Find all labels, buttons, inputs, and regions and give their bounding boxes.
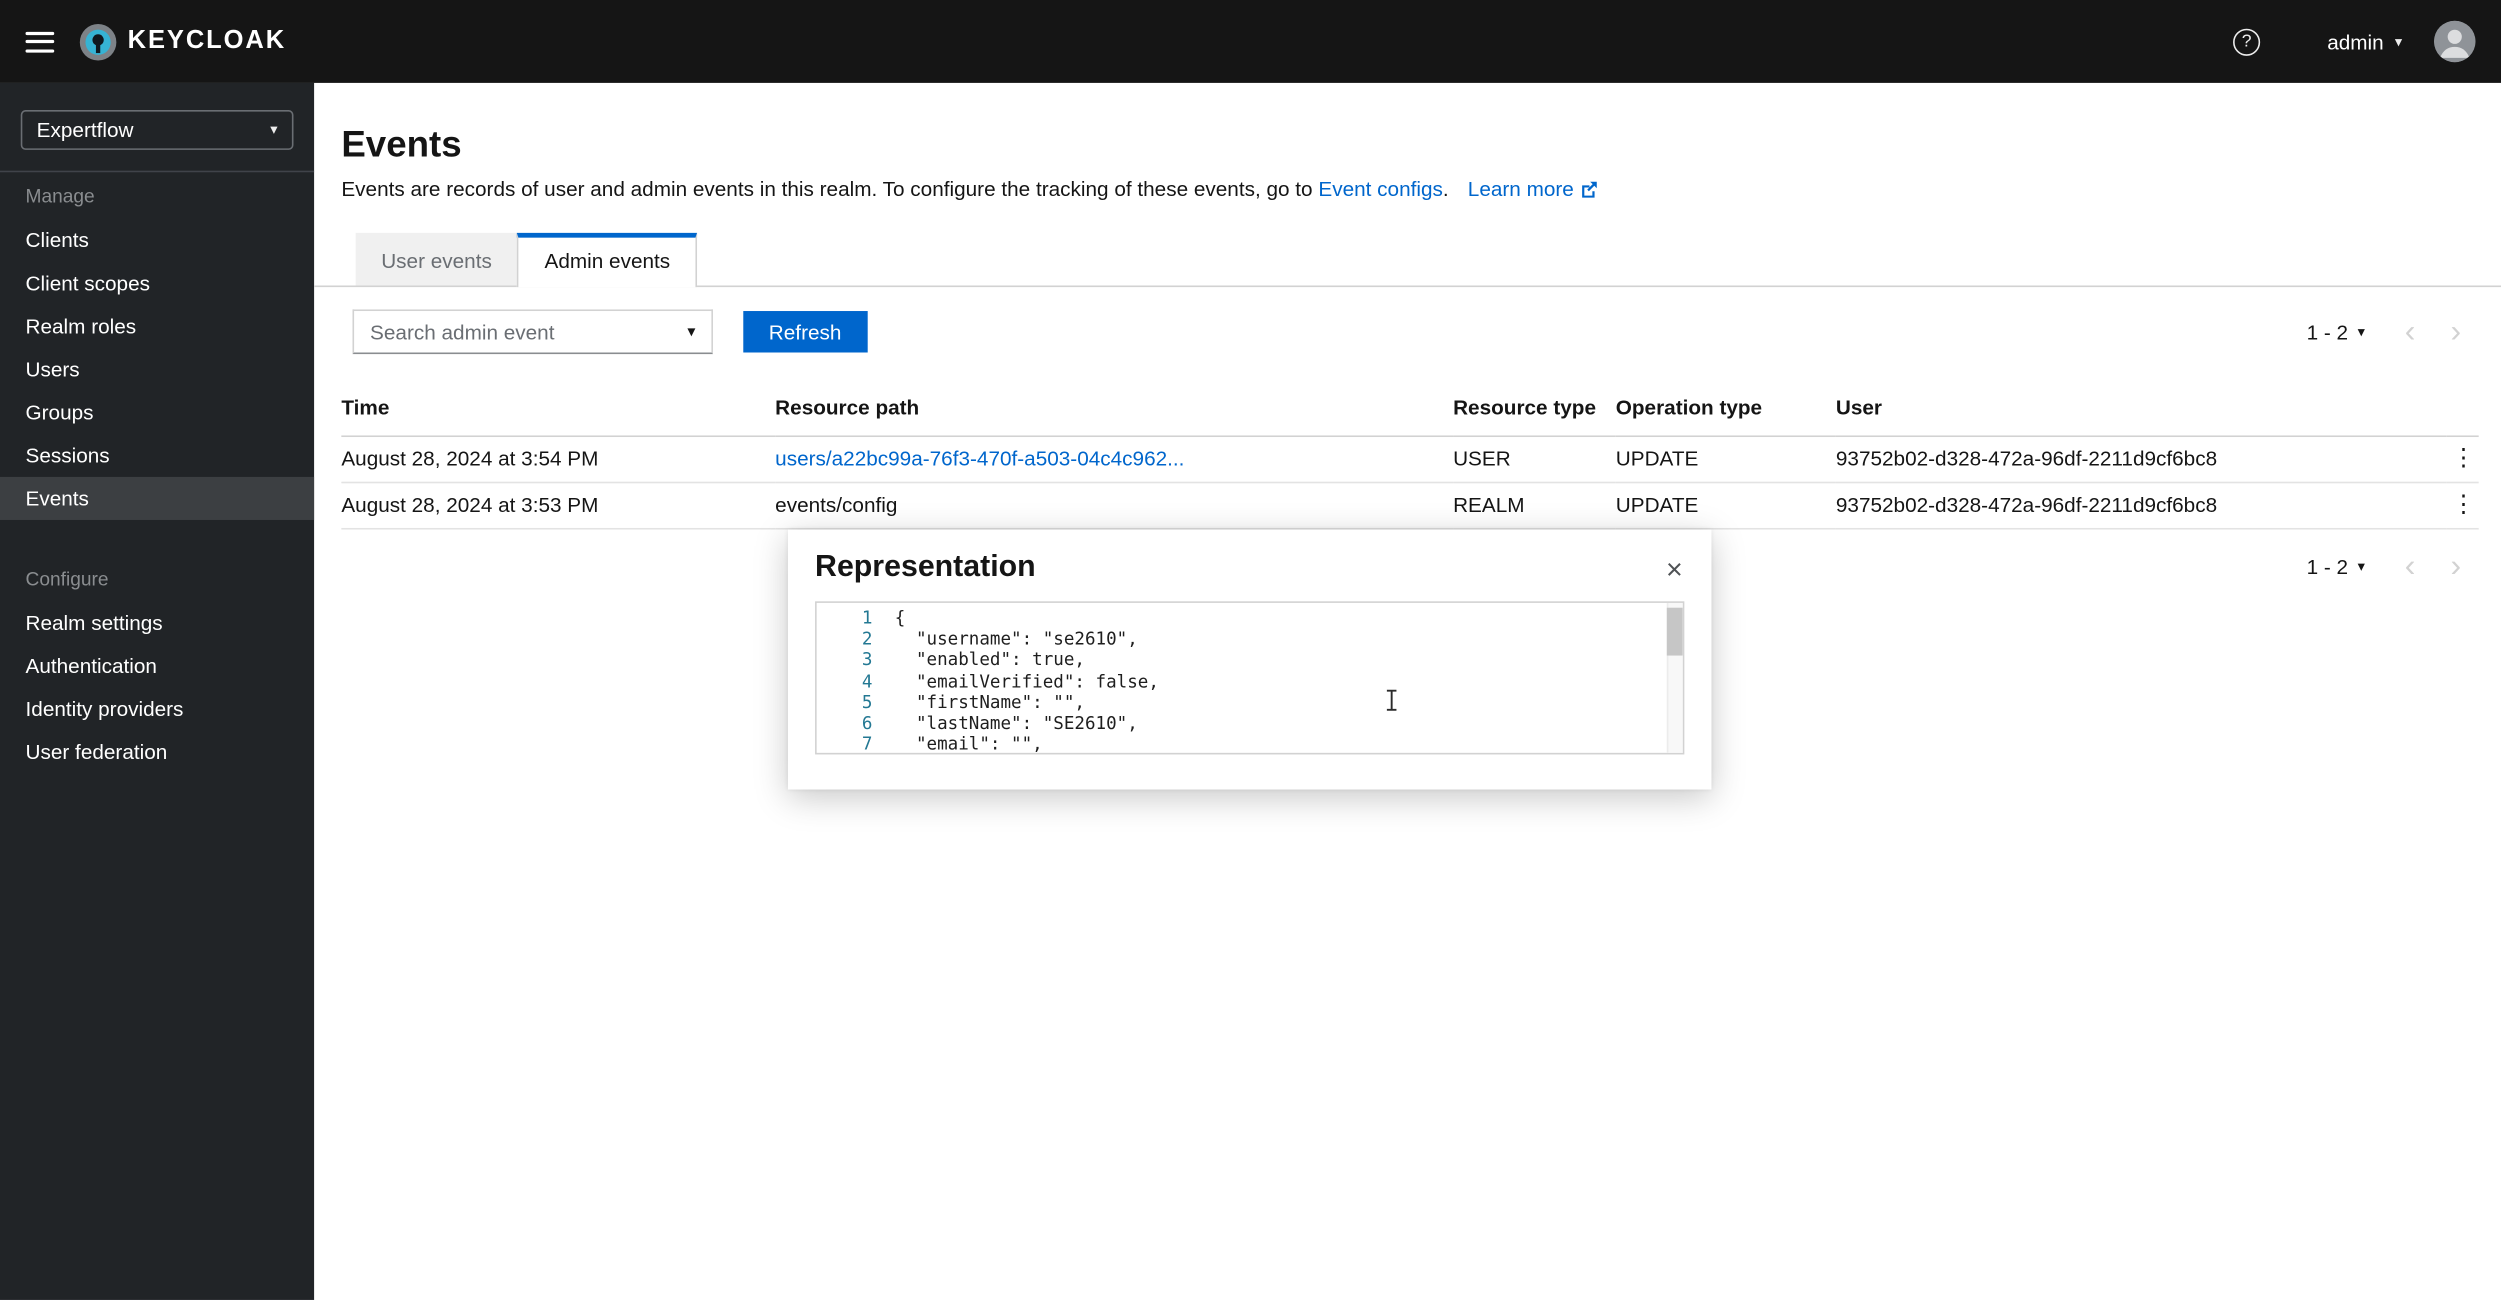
line-number: 3 [817,650,895,671]
code-line-text: "email": "", [895,734,1043,755]
line-number: 2 [817,629,895,650]
column-user: User [1836,386,2447,436]
sidebar-item-users[interactable]: Users [0,348,314,391]
caret-down-icon: ▾ [687,323,695,341]
resource-path-link[interactable]: users/a22bc99a-76f3-470f-a503-04c4c962..… [775,447,1184,471]
chevron-left-icon[interactable]: ‹ [2387,550,2433,582]
masthead: KEYCLOAK ? admin ▾ [0,0,2501,83]
cell-time: August 28, 2024 at 3:53 PM [341,482,775,528]
line-number: 1 [817,608,895,629]
code-line-text: "firstName": "", [895,692,1085,713]
hamburger-menu-icon[interactable] [26,31,55,52]
cell-resource-type: USER [1453,436,1616,482]
line-number: 7 [817,734,895,755]
code-line-text: "enabled": true, [895,650,1085,671]
text-cursor-pointer [1384,689,1398,716]
keycloak-admin-console: KEYCLOAK ? admin ▾ Expertflow [0,0,2501,1300]
chevron-right-icon[interactable]: › [2433,550,2479,582]
code-line-text: "username": "se2610", [895,629,1138,650]
sidebar-item-sessions[interactable]: Sessions [0,434,314,477]
kebab-menu-icon[interactable]: ⋮ [2452,447,2476,471]
close-icon[interactable]: × [1666,555,1683,584]
cell-resource-type: REALM [1453,482,1616,528]
nav-section-manage: Manage [0,172,314,218]
cell-operation-type: UPDATE [1616,436,1836,482]
external-link-icon [1580,179,1598,203]
brand-title: KEYCLOAK [128,27,287,56]
scrollbar-thumb[interactable] [1667,608,1683,656]
sidebar-item-realm-roles[interactable]: Realm roles [0,305,314,348]
cell-operation-type: UPDATE [1616,482,1836,528]
tab-user-events[interactable]: User events [356,233,518,286]
column-operation-type: Operation type [1616,386,1836,436]
table-row: August 28, 2024 at 3:53 PM events/config… [341,482,2478,528]
cell-time: August 28, 2024 at 3:54 PM [341,436,775,482]
keycloak-logo-icon [78,22,118,62]
nav-section-configure: Configure [0,555,314,601]
page-title: Events [341,123,2475,166]
search-input[interactable] [370,320,678,344]
keycloak-brand[interactable]: KEYCLOAK [78,22,286,62]
cell-user: 93752b02-d328-472a-96df-2211d9cf6bc8 [1836,436,2447,482]
chevron-left-icon[interactable]: ‹ [2387,316,2433,348]
description-text: Events are records of user and admin eve… [341,177,1312,201]
cell-resource-path: events/config [775,482,1453,528]
code-lines: 1{ 2 "username": "se2610", 3 "enabled": … [817,603,1683,755]
sidebar: Expertflow ▾ Manage Clients Client scope… [0,83,314,1300]
code-line-text: "emailVerified": false, [895,671,1159,692]
realm-name: Expertflow [37,118,134,142]
description-period: . [1443,177,1449,201]
tabs: User events Admin events [314,233,2501,287]
caret-down-icon: ▾ [2395,34,2402,48]
pagination-range-toggle[interactable]: 1 - 2 ▾ [2307,554,2365,578]
tab-admin-events[interactable]: Admin events [517,233,697,287]
admin-events-table: Time Resource path Resource type Operati… [341,386,2478,530]
page-description: Events are records of user and admin eve… [341,177,2475,203]
help-icon[interactable]: ? [2233,28,2260,55]
kebab-menu-icon[interactable]: ⋮ [2452,493,2476,517]
sidebar-item-authentication[interactable]: Authentication [0,644,314,687]
sidebar-item-events[interactable]: Events [0,477,314,520]
code-line-text: "lastName": "SE2610", [895,713,1138,734]
representation-modal: Representation × 1{ 2 "username": "se261… [788,530,1712,790]
cell-user: 93752b02-d328-472a-96df-2211d9cf6bc8 [1836,482,2447,528]
user-menu-label: admin [2327,30,2383,54]
sidebar-item-realm-settings[interactable]: Realm settings [0,601,314,644]
caret-down-icon: ▾ [270,123,277,137]
line-number: 5 [817,692,895,713]
column-resource-path: Resource path [775,386,1453,436]
line-number: 6 [817,713,895,734]
pagination-range-label: 1 - 2 [2307,320,2348,344]
avatar[interactable] [2434,21,2475,62]
table-row: August 28, 2024 at 3:54 PM users/a22bc99… [341,436,2478,482]
toolbar: ▾ Refresh 1 - 2 ▾ ‹ › [314,287,2501,354]
search-admin-event-select[interactable]: ▾ [353,309,713,354]
sidebar-item-identity-providers[interactable]: Identity providers [0,687,314,730]
user-menu-dropdown[interactable]: admin ▾ [2327,30,2402,54]
sidebar-item-client-scopes[interactable]: Client scopes [0,262,314,305]
column-time: Time [341,386,775,436]
event-configs-link[interactable]: Event configs [1318,177,1442,201]
code-line-text: { [895,608,906,629]
editor-scrollbar[interactable] [1667,603,1683,753]
column-resource-type: Resource type [1453,386,1616,436]
pagination-top: 1 - 2 ▾ ‹ › [2307,316,2479,348]
table-header-row: Time Resource path Resource type Operati… [341,386,2478,436]
chevron-right-icon[interactable]: › [2433,316,2479,348]
realm-selector-dropdown[interactable]: Expertflow ▾ [21,110,294,150]
sidebar-item-user-federation[interactable]: User federation [0,731,314,774]
caret-down-icon: ▾ [2358,559,2365,573]
code-editor[interactable]: 1{ 2 "username": "se2610", 3 "enabled": … [815,601,1684,754]
learn-more-link[interactable]: Learn more [1468,177,1574,201]
pagination-range-label: 1 - 2 [2307,554,2348,578]
caret-down-icon: ▾ [2358,325,2365,339]
modal-title: Representation [815,550,1684,585]
sidebar-item-clients[interactable]: Clients [0,219,314,262]
sidebar-item-groups[interactable]: Groups [0,391,314,434]
line-number: 4 [817,671,895,692]
pagination-range-toggle[interactable]: 1 - 2 ▾ [2307,320,2365,344]
refresh-button[interactable]: Refresh [743,311,867,352]
